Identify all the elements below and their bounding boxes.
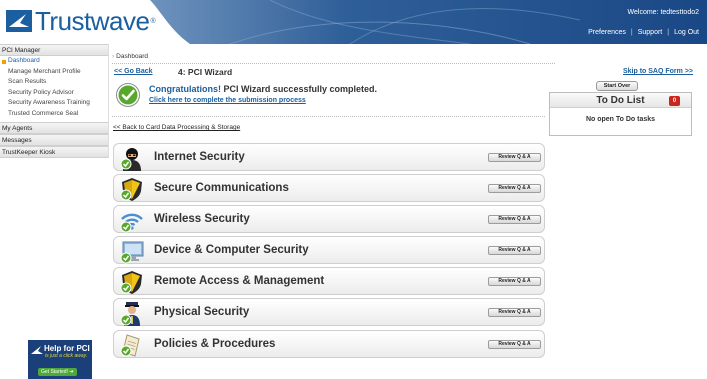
banner-title: Help for PCI xyxy=(44,344,90,353)
sidebar-item-dashboard[interactable]: Dashboard xyxy=(0,56,108,67)
section-label: Policies & Procedures xyxy=(154,338,276,350)
hacker-icon xyxy=(120,148,141,171)
sidebar-item-security-awareness-training[interactable]: Security Awareness Training xyxy=(0,98,108,109)
section-label: Secure Communications xyxy=(154,182,289,194)
trustwave-logo-icon xyxy=(31,346,43,354)
section-label: Physical Security xyxy=(154,306,250,318)
support-link[interactable]: Support xyxy=(638,29,663,36)
start-over-button[interactable]: Start Over xyxy=(596,81,638,91)
brand-name: Trustwave xyxy=(35,6,150,36)
section-row-wireless-security: Wireless Security Review Q & A xyxy=(113,205,545,233)
document-icon xyxy=(120,334,140,357)
trustwave-logo-icon xyxy=(6,10,32,32)
shield-icon xyxy=(120,178,142,201)
todo-list-title: To Do List xyxy=(596,95,645,106)
review-qa-button[interactable]: Review Q & A xyxy=(488,308,541,317)
shield-icon xyxy=(120,271,142,294)
section-row-device-computer-security: Device & Computer Security Review Q & A xyxy=(113,236,545,264)
congratulations-panel: Congratulations! PCI Wizard successfully… xyxy=(114,82,544,116)
breadcrumb-arrow-icon: › xyxy=(112,53,115,60)
banner-subtitle: is just a click away. xyxy=(45,353,88,359)
sidebar-section-my-agents[interactable]: My Agents xyxy=(0,122,108,134)
app-header: Trustwave ® Welcome: tedtesttodo2 Prefere… xyxy=(0,0,707,44)
section-row-physical-security: Physical Security Review Q & A xyxy=(113,298,545,326)
review-qa-button[interactable]: Review Q & A xyxy=(488,153,541,162)
review-qa-button[interactable]: Review Q & A xyxy=(488,184,541,193)
todo-list-header: To Do List 0 xyxy=(550,93,691,108)
sidebar-section-messages[interactable]: Messages xyxy=(0,134,108,146)
review-qa-button[interactable]: Review Q & A xyxy=(488,340,541,349)
divider xyxy=(112,116,545,117)
breadcrumb: › Dashboard xyxy=(112,52,555,64)
section-label: Internet Security xyxy=(154,151,245,163)
todo-empty-message: No open To Do tasks xyxy=(585,116,656,123)
sidebar-item-manage-merchant-profile[interactable]: Manage Merchant Profile xyxy=(0,67,108,78)
top-links: Preferences | Support | Log Out xyxy=(588,29,699,36)
sidebar-section-trustkeeper-kiosk[interactable]: TrustKeeper Kiosk xyxy=(0,146,108,158)
link-separator: | xyxy=(630,29,633,36)
welcome-text: Welcome: tedtesttodo2 xyxy=(627,9,699,16)
preferences-link[interactable]: Preferences xyxy=(588,29,626,36)
complete-submission-link[interactable]: Click here to complete the submission pr… xyxy=(149,97,306,104)
sidebar: PCI Manager Dashboard Manage Merchant Pr… xyxy=(0,44,109,158)
arrow-right-icon: ➔ xyxy=(69,369,74,375)
section-label: Wireless Security xyxy=(154,213,250,225)
review-qa-button[interactable]: Review Q & A xyxy=(488,215,541,224)
help-for-pci-banner[interactable]: Help for PCI is just a click away. Get S… xyxy=(28,340,92,379)
get-started-label: Get Started! xyxy=(41,369,68,375)
congratulations-rest: PCI Wizard successfully completed. xyxy=(221,84,377,94)
section-label: Device & Computer Security xyxy=(154,244,309,256)
breadcrumb-item-dashboard[interactable]: Dashboard xyxy=(116,53,148,60)
back-to-card-data-link[interactable]: << Back to Card Data Processing & Storag… xyxy=(113,124,240,131)
todo-count-badge: 0 xyxy=(669,96,680,106)
review-qa-button[interactable]: Review Q & A xyxy=(488,277,541,286)
section-row-policies-procedures: Policies & Procedures Review Q & A xyxy=(113,330,545,358)
success-check-icon xyxy=(116,83,140,107)
congratulations-highlight: Congratulations! xyxy=(149,84,221,94)
logout-link[interactable]: Log Out xyxy=(674,29,699,36)
sidebar-item-security-policy-advisor[interactable]: Security Policy Advisor xyxy=(0,88,108,99)
review-qa-button[interactable]: Review Q & A xyxy=(488,246,541,255)
registered-mark: ® xyxy=(150,17,156,25)
section-row-secure-communications: Secure Communications Review Q & A xyxy=(113,174,545,202)
link-separator: | xyxy=(667,29,670,36)
congratulations-message: Congratulations! PCI Wizard successfully… xyxy=(149,84,377,94)
section-row-internet-security: Internet Security Review Q & A xyxy=(113,143,545,171)
page-title: 4: PCI Wizard xyxy=(178,67,233,77)
wifi-icon xyxy=(120,213,143,233)
guard-icon xyxy=(120,302,140,326)
section-row-remote-access-management: Remote Access & Management Review Q & A xyxy=(113,267,545,295)
go-back-link[interactable]: << Go Back xyxy=(114,68,153,75)
computer-icon xyxy=(120,241,144,264)
sidebar-section-pci-manager[interactable]: PCI Manager xyxy=(0,44,108,56)
get-started-button[interactable]: Get Started! ➔ xyxy=(38,368,77,376)
skip-to-saq-link[interactable]: Skip to SAQ Form >> xyxy=(623,68,693,75)
sidebar-item-trusted-commerce-seal[interactable]: Trusted Commerce Seal xyxy=(0,109,108,120)
sidebar-item-scan-results[interactable]: Scan Results xyxy=(0,77,108,88)
todo-list-panel: To Do List 0 No open To Do tasks xyxy=(549,92,692,136)
header-background xyxy=(150,0,707,44)
section-label: Remote Access & Management xyxy=(154,275,325,287)
trustwave-logo[interactable]: Trustwave ® xyxy=(6,6,156,36)
